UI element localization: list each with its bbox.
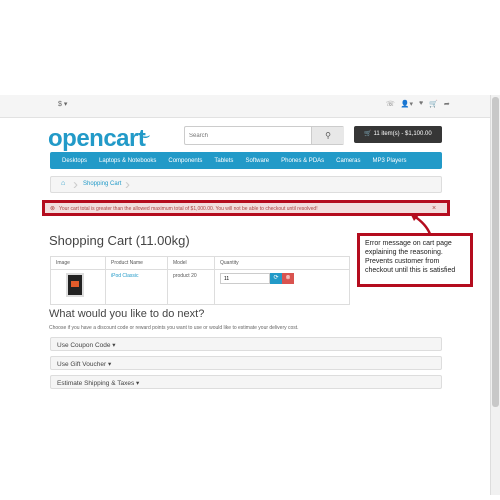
cart-button[interactable]: 🛒 11 item(s) - $1,100.00 [354,126,442,143]
search-button[interactable]: ⚲ [311,127,344,144]
nav-item-phones[interactable]: Phones & PDAs [275,158,330,164]
remove-icon[interactable]: ⊗ [282,273,294,284]
refresh-icon[interactable]: ⟳ [270,273,282,284]
scrollbar-thumb[interactable] [492,97,499,407]
opencart-logo[interactable]: opencart [48,125,146,153]
nav-item-software[interactable]: Software [239,158,275,164]
gift-voucher-panel[interactable]: Use Gift Voucher ▾ [50,356,442,370]
column-header: Image [50,256,106,270]
quantity-input[interactable] [220,273,270,284]
column-header: Model [167,256,215,270]
heart-icon[interactable]: ♥ [419,100,423,108]
product-name-cell: iPod Classic [105,269,168,305]
quantity-cell: ⟳⊗ [214,269,350,305]
column-header: Product Name [105,256,168,270]
error-alert: ⊗ Your cart total is greater than the al… [42,200,450,216]
table-row: iPod Classic product 20 ⟳⊗ [50,269,350,305]
warning-icon: ⊗ [50,206,56,212]
home-icon[interactable]: ⌂ [61,180,65,187]
page-title: Shopping Cart (11.00kg) [49,233,190,248]
annotation-callout: Error message on cart page explaining th… [357,233,473,287]
share-icon[interactable]: ➦ [444,100,450,108]
breadcrumb-shopping-cart[interactable]: Shopping Cart [83,181,121,187]
nav-item-cameras[interactable]: Cameras [330,158,366,164]
nav-item-mp3[interactable]: MP3 Players [367,158,413,164]
breadcrumb-separator-icon: › [125,176,130,193]
product-name-link[interactable]: iPod Classic [111,273,139,279]
next-steps-title: What would you like to do next? [49,308,205,320]
scrollbar[interactable] [490,95,500,495]
cart-summary: 11 item(s) - $1,100.00 [373,131,432,137]
product-model: product 20 [167,269,215,305]
top-icons: ☏ 👤▾ ♥ 🛒 ➦ [386,100,450,108]
alert-message: Your cart total is greater than the allo… [59,206,318,212]
search-icon: ⚲ [325,131,331,140]
nav-item-components[interactable]: Components [162,158,208,164]
shipping-taxes-panel[interactable]: Estimate Shipping & Taxes ▾ [50,375,442,389]
logo-cart-icon: ⌣ [140,127,151,144]
nav-item-desktops[interactable]: Desktops [56,158,93,164]
page-background [0,0,500,95]
search-box: ⚲ [184,126,344,145]
column-header: Quantity [214,256,350,270]
cart-icon[interactable]: 🛒 [429,100,438,108]
table-header-row: Image Product Name Model Quantity [50,256,350,270]
coupon-panel[interactable]: Use Coupon Code ▾ [50,337,442,351]
product-image[interactable] [66,273,84,297]
nav-item-tablets[interactable]: Tablets [208,158,239,164]
breadcrumb-separator-icon: › [73,176,78,193]
product-image-cell [50,269,106,305]
breadcrumb: ⌂ › Shopping Cart › [50,176,442,193]
main-nav: Desktops Laptops & Notebooks Components … [50,152,442,169]
user-icon[interactable]: 👤▾ [401,100,413,108]
nav-item-laptops[interactable]: Laptops & Notebooks [93,158,162,164]
phone-icon[interactable]: ☏ [386,100,395,108]
search-input[interactable] [185,127,310,144]
cart-table: Image Product Name Model Quantity iPod C… [50,256,350,305]
currency-dropdown[interactable]: $ ▾ [58,100,67,108]
next-steps-description: Choose if you have a discount code or re… [49,325,299,331]
top-utility-bar: $ ▾ ☏ 👤▾ ♥ 🛒 ➦ [0,95,490,118]
